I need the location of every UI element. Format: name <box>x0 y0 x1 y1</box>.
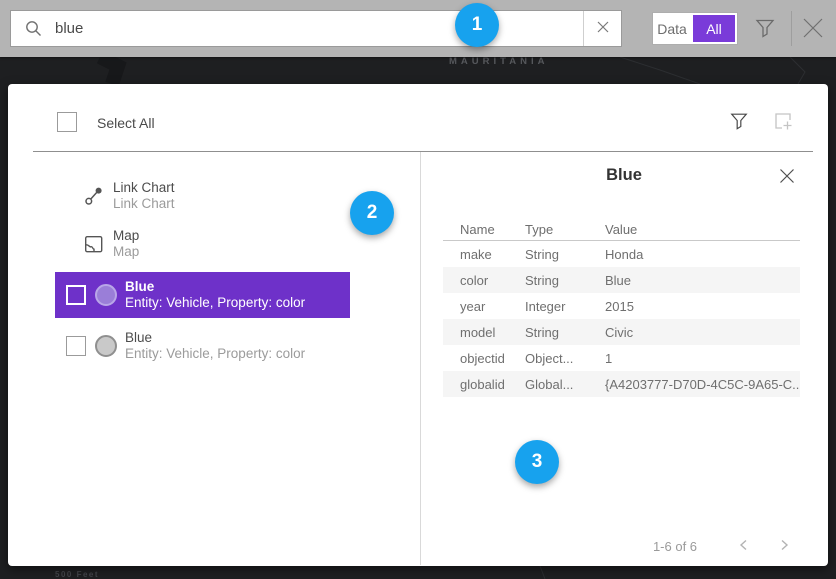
item-subtitle: Entity: Vehicle, Property: color <box>125 346 305 362</box>
select-all-label: Select All <box>97 115 155 131</box>
table-row: make String Honda <box>443 241 800 267</box>
entity-circle-icon <box>95 335 117 357</box>
table-row: model String Civic <box>443 319 800 345</box>
map-scale-label: 500 Feet <box>55 570 99 579</box>
cell-name: objectid <box>460 351 525 366</box>
annotation-badge-2: 2 <box>350 191 394 235</box>
add-selection-icon <box>771 121 795 136</box>
cell-name: color <box>460 273 525 288</box>
cell-name: make <box>460 247 525 262</box>
cell-name: model <box>460 325 525 340</box>
entity-circle-icon <box>95 284 117 306</box>
chevron-right-icon <box>777 540 791 555</box>
detail-close-button[interactable] <box>777 167 797 187</box>
app-screen: WESTER MAURITANIA 500 Feet Data All <box>0 0 836 579</box>
item-checkbox[interactable] <box>66 336 86 356</box>
annotation-badge-1: 1 <box>455 3 499 47</box>
properties-table: Name Type Value make String Honda color … <box>443 218 800 397</box>
item-title: Blue <box>125 330 305 346</box>
pagination-next-button[interactable] <box>774 536 794 556</box>
cell-value: 1 <box>605 351 800 366</box>
pagination-label: 1-6 of 6 <box>620 539 730 554</box>
item-title: Link Chart <box>113 180 175 196</box>
filter-funnel-icon <box>729 119 749 134</box>
cell-value: {A4203777-D70D-4C5C-9A65-C... <box>605 377 800 392</box>
toolbar-filter-button[interactable] <box>754 17 776 39</box>
detail-title: Blue <box>420 166 828 185</box>
list-item-link-chart[interactable]: Link Chart Link Chart <box>84 176 175 216</box>
search-toolbar: Data All <box>0 0 836 57</box>
search-box[interactable] <box>10 10 622 47</box>
search-clear-button[interactable] <box>583 11 621 46</box>
link-chart-icon <box>84 186 104 206</box>
list-item-blue[interactable]: Blue Entity: Vehicle, Property: color <box>55 326 350 366</box>
close-x-icon <box>779 172 795 187</box>
pagination-prev-button[interactable] <box>734 536 754 556</box>
item-subtitle: Entity: Vehicle, Property: color <box>125 295 305 311</box>
data-all-toggle: Data All <box>652 12 738 45</box>
table-row: globalid Global... {A4203777-D70D-4C5C-9… <box>443 371 800 397</box>
column-header: Type <box>525 222 605 237</box>
cell-type: Global... <box>525 377 605 392</box>
item-subtitle: Link Chart <box>113 196 175 212</box>
table-row: year Integer 2015 <box>443 293 800 319</box>
cell-name: year <box>460 299 525 314</box>
toolbar-close-button[interactable] <box>799 15 827 43</box>
item-subtitle: Map <box>113 244 139 260</box>
toolbar-divider <box>791 11 792 46</box>
table-row: color String Blue <box>443 267 800 293</box>
search-input[interactable] <box>42 11 583 46</box>
cell-type: Integer <box>525 299 605 314</box>
table-row: objectid Object... 1 <box>443 345 800 371</box>
cell-type: String <box>525 247 605 262</box>
toggle-option-all[interactable]: All <box>693 15 735 42</box>
results-panel: Select All Link Chart Link Chart <box>8 84 828 566</box>
cell-type: String <box>525 325 605 340</box>
column-header: Name <box>460 222 525 237</box>
select-all-checkbox[interactable] <box>57 112 77 132</box>
item-title: Map <box>113 228 139 244</box>
cell-value: Civic <box>605 325 800 340</box>
cell-value: Honda <box>605 247 800 262</box>
item-title: Blue <box>125 279 305 295</box>
toggle-option-data[interactable]: Data <box>653 13 691 44</box>
chevron-left-icon <box>737 540 751 555</box>
header-divider <box>33 151 813 152</box>
cell-name: globalid <box>460 377 525 392</box>
cell-value: Blue <box>605 273 800 288</box>
column-header: Value <box>605 222 800 237</box>
cell-type: Object... <box>525 351 605 366</box>
annotation-badge-3: 3 <box>515 440 559 484</box>
list-item-blue-selected[interactable]: Blue Entity: Vehicle, Property: color <box>55 272 350 318</box>
panel-filter-button[interactable] <box>729 111 749 131</box>
map-icon <box>84 234 104 254</box>
filter-funnel-icon <box>754 27 776 42</box>
close-x-icon <box>800 29 826 44</box>
item-checkbox[interactable] <box>66 285 86 305</box>
table-header: Name Type Value <box>443 218 800 241</box>
clear-x-icon <box>597 21 609 36</box>
search-icon <box>25 20 42 37</box>
cell-value: 2015 <box>605 299 800 314</box>
map-label-mauritania: MAURITANIA <box>449 56 548 67</box>
cell-type: String <box>525 273 605 288</box>
content-divider <box>420 152 421 565</box>
list-item-map[interactable]: Map Map <box>84 224 139 264</box>
add-to-selection-button[interactable] <box>771 109 795 133</box>
